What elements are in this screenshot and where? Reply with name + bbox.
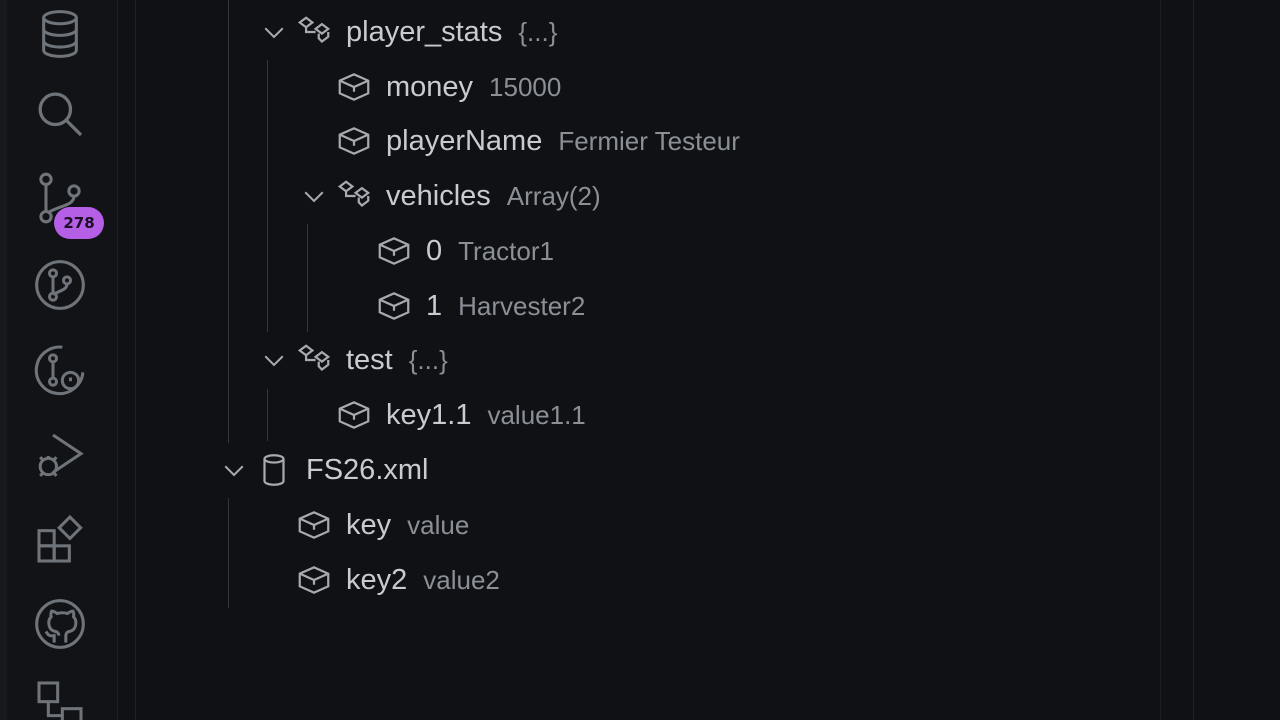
search-icon[interactable] bbox=[28, 82, 92, 146]
indent-guide bbox=[228, 0, 229, 443]
tree-item-label: player_stats bbox=[346, 15, 503, 48]
field-icon bbox=[374, 231, 414, 271]
field-icon bbox=[374, 286, 414, 326]
tree-item-label: key2 bbox=[346, 563, 408, 596]
tree-item-label: FS26.xml bbox=[306, 453, 429, 486]
activity-bar: 278 bbox=[0, 0, 118, 720]
field-icon bbox=[294, 560, 334, 600]
tree-item-description: Fermier Testeur bbox=[558, 125, 740, 156]
tree-item-description: value bbox=[407, 509, 470, 540]
field-icon bbox=[334, 395, 374, 435]
chevron-down-icon[interactable] bbox=[216, 452, 252, 488]
field-icon bbox=[294, 505, 334, 545]
git-lens-icon[interactable] bbox=[28, 338, 92, 402]
tree-item-description: value2 bbox=[423, 564, 500, 595]
git-graph-icon[interactable] bbox=[28, 253, 92, 317]
field-icon bbox=[334, 121, 374, 161]
database-file-icon bbox=[254, 450, 294, 490]
database-icon[interactable] bbox=[28, 2, 92, 66]
chevron-down-icon[interactable] bbox=[296, 178, 332, 214]
field-icon bbox=[334, 67, 374, 107]
panel-right-divider bbox=[1160, 0, 1161, 720]
tree-item-key[interactable]: key value bbox=[294, 502, 469, 548]
tree-item-description: {...} bbox=[408, 344, 448, 375]
object-icon bbox=[294, 340, 334, 380]
tree-item-vehicles[interactable]: vehicles Array(2) bbox=[296, 173, 601, 219]
tree-item-description: {...} bbox=[518, 16, 558, 47]
app-window: 278 player_stats {...} money 15000 playe… bbox=[0, 0, 1280, 720]
tree-item-label: 1 bbox=[426, 289, 443, 322]
tree-item-money[interactable]: money 15000 bbox=[334, 64, 561, 110]
tree-item-description: 15000 bbox=[489, 71, 562, 102]
chevron-down-icon[interactable] bbox=[256, 342, 292, 378]
tree-item-key1-1[interactable]: key1.1 value1.1 bbox=[334, 392, 586, 438]
indent-guide bbox=[307, 224, 308, 332]
object-icon bbox=[334, 176, 374, 216]
tree-item-label: 0 bbox=[426, 234, 443, 267]
tree-item-playername[interactable]: playerName Fermier Testeur bbox=[334, 118, 740, 164]
editor-ruler bbox=[1193, 0, 1194, 720]
tree-item-label: test bbox=[346, 343, 393, 376]
tree-item-label: playerName bbox=[386, 124, 543, 157]
remote-explorer-icon[interactable] bbox=[28, 672, 92, 720]
panel-divider bbox=[135, 0, 136, 720]
tree-item-fs26-xml[interactable]: FS26.xml bbox=[216, 447, 444, 493]
tree-item-test[interactable]: test {...} bbox=[256, 337, 448, 383]
run-debug-icon[interactable] bbox=[28, 424, 92, 488]
editor-area bbox=[1161, 0, 1280, 720]
extensions-icon[interactable] bbox=[28, 508, 92, 572]
tree-item-vehicle-0[interactable]: 0 Tractor1 bbox=[374, 228, 554, 274]
activity-bar-edge bbox=[0, 0, 7, 720]
indent-guide bbox=[228, 498, 229, 608]
tree-item-description: Array(2) bbox=[506, 180, 601, 211]
tree-item-vehicle-1[interactable]: 1 Harvester2 bbox=[374, 283, 585, 329]
indent-guide bbox=[267, 60, 268, 332]
tree-item-key2[interactable]: key2 value2 bbox=[294, 557, 500, 603]
chevron-down-icon[interactable] bbox=[256, 14, 292, 50]
source-control-badge: 278 bbox=[54, 207, 104, 239]
indent-guide bbox=[267, 389, 268, 441]
tree-item-label: key bbox=[346, 508, 392, 541]
tree-item-label: key1.1 bbox=[386, 398, 472, 431]
tree-item-label: vehicles bbox=[386, 179, 491, 212]
tree-item-description: Tractor1 bbox=[458, 235, 554, 266]
tree-item-description: Harvester2 bbox=[458, 290, 586, 321]
tree-item-player-stats[interactable]: player_stats {...} bbox=[256, 9, 557, 55]
github-icon[interactable] bbox=[28, 592, 92, 656]
object-icon bbox=[294, 12, 334, 52]
tree-item-label: money bbox=[386, 70, 474, 103]
tree-item-description: value1.1 bbox=[487, 399, 586, 430]
